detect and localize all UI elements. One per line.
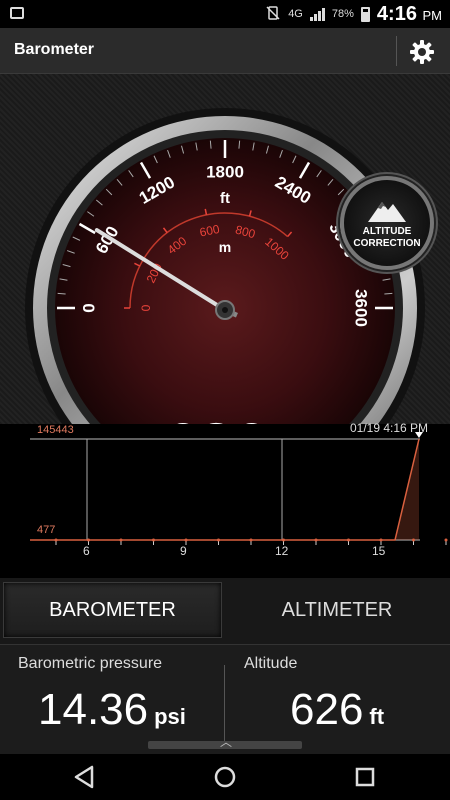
graph-point [379, 538, 383, 542]
app-bar-divider [396, 36, 397, 66]
app-bar: Barometer [0, 28, 450, 74]
graph-point [412, 538, 415, 542]
altitude-correction-button[interactable]: ALTITUDE CORRECTION [340, 176, 434, 270]
outer-scale-label: 3600 [352, 289, 371, 327]
outer-tick [57, 292, 66, 295]
graph-point [444, 538, 448, 542]
recents-icon[interactable] [350, 762, 380, 792]
battery-percent: 78% [331, 8, 354, 20]
outer-scale-label: 0 [79, 303, 98, 312]
app-title: Barometer [14, 41, 95, 58]
altitude-value: 626 ft [290, 685, 385, 734]
outer-tick [209, 140, 212, 149]
gauge-panel: 060012001800240030003600 ft 020040060080… [0, 74, 450, 478]
graph-series-line [30, 438, 420, 541]
altitude-label: Altitude [244, 655, 298, 672]
graph-point [87, 538, 90, 542]
image-notification-icon [10, 7, 24, 19]
home-icon[interactable] [210, 762, 240, 792]
outer-scale-label: 1800 [206, 162, 244, 181]
panel-expand-handle[interactable]: ︿ [148, 735, 302, 749]
needle-hub-center [222, 307, 228, 313]
vibrate-off-icon [265, 5, 281, 24]
history-graph: 145443 477 01/19 4:16 PM 6 9 12 15 [0, 421, 450, 572]
pressure-value: 14.36 psi [38, 685, 186, 734]
graph-point [119, 538, 123, 542]
pressure-label: Barometric pressure [18, 655, 163, 672]
graph-x-label-6: 6 [83, 544, 90, 558]
clock: 4:16 PM [376, 2, 442, 25]
settings-gear-icon[interactable] [408, 38, 436, 66]
graph-min-label: 477 [37, 524, 56, 536]
tab-barometer[interactable]: BAROMETER [3, 582, 222, 638]
battery-icon [360, 6, 370, 22]
graph-point [314, 538, 318, 542]
graph-point [249, 538, 253, 542]
graph-point [217, 538, 220, 542]
mode-tabs: BAROMETER ALTIMETER [0, 578, 450, 644]
back-icon[interactable] [70, 762, 100, 792]
info-panel: Barometric pressure 14.36 psi Altitude 62… [0, 644, 450, 754]
inner-scale-label: 0 [139, 304, 153, 311]
altitude-correction-label: ALTITUDE CORRECTION [353, 226, 421, 249]
graph-point [184, 538, 188, 542]
info-divider [224, 665, 225, 743]
graph-timestamp: 01/19 4:16 PM [350, 421, 429, 435]
graph-x-label-15: 15 [372, 544, 386, 558]
network-type-label: 4G [288, 8, 303, 20]
graph-point [54, 538, 58, 542]
tab-altimeter[interactable]: ALTIMETER [226, 582, 448, 638]
graph-point [282, 538, 285, 542]
inner-unit-label: m [219, 239, 231, 255]
outer-tick [384, 292, 393, 295]
signal-icon [309, 7, 325, 21]
mountain-icon [368, 202, 406, 222]
outer-unit-label: ft [220, 190, 230, 207]
outer-tick [238, 140, 241, 149]
chevron-up-icon: ︿ [220, 735, 233, 749]
graph-point [152, 538, 155, 542]
status-bar: 4G 78% 4:16 PM [0, 0, 450, 28]
graph-max-label: 145443 [37, 424, 74, 436]
graph-x-label-12: 12 [275, 544, 289, 558]
graph-x-label-9: 9 [180, 544, 187, 558]
navigation-bar [0, 754, 450, 800]
graph-point [347, 538, 350, 542]
